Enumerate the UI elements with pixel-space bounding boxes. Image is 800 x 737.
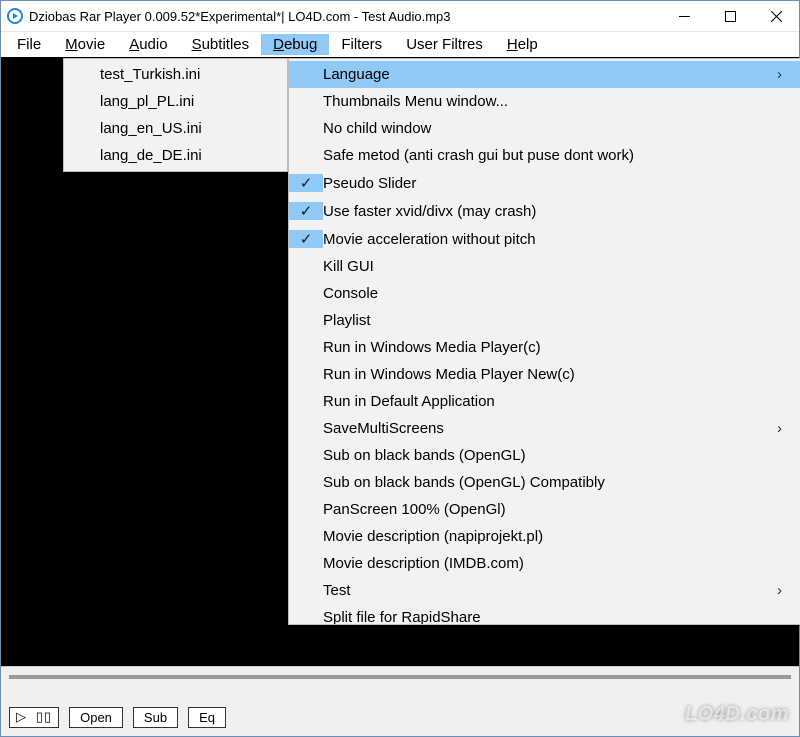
menu-file[interactable]: File [5,34,53,55]
window-title: Dziobas Rar Player 0.009.52*Experimental… [29,9,661,24]
menu-item-label: Pseudo Slider [323,175,782,192]
menu-item-label: Sub on black bands (OpenGL) [323,447,782,464]
check-icon: ✓ [289,174,323,192]
debug-menu-item[interactable]: Run in Default Application [289,388,800,415]
debug-menu-item[interactable]: Sub on black bands (OpenGL) [289,442,800,469]
minimize-button[interactable] [661,1,707,31]
menu-debug[interactable]: Debug [261,34,329,55]
control-buttons: ▷ ▯▯ Open Sub Eq [9,707,226,728]
menu-item-label: Language [323,66,777,83]
menu-help[interactable]: Help [495,34,550,55]
menu-item-label: Run in Default Application [323,393,782,410]
seek-slider[interactable] [9,675,791,679]
debug-menu-item[interactable]: ✓Movie acceleration without pitch [289,225,800,253]
submenu-item[interactable]: lang_de_DE.ini [64,142,287,169]
debug-menu-item[interactable]: ✓Use faster xvid/divx (may crash) [289,197,800,225]
debug-menu-item[interactable]: Thumbnails Menu window... [289,88,800,115]
debug-menu-item[interactable]: Playlist [289,307,800,334]
debug-menu-item[interactable]: No child window [289,115,800,142]
menu-item-label: Playlist [323,312,782,329]
submenu-item[interactable]: test_Turkish.ini [64,61,287,88]
menu-item-label: SaveMultiScreens [323,420,777,437]
debug-menu-item[interactable]: Sub on black bands (OpenGL) Compatibly [289,469,800,496]
debug-menu-item[interactable]: Split file for RapidShare [289,604,800,624]
debug-menu: Language›Thumbnails Menu window...No chi… [288,58,800,625]
open-button[interactable]: Open [69,707,123,728]
menu-movie[interactable]: Movie [53,34,117,55]
menu-item-label: No child window [323,120,782,137]
menu-item-label: Console [323,285,782,302]
menu-item-label: Safe metod (anti crash gui but puse dont… [323,147,782,164]
app-icon [7,8,23,24]
chevron-right-icon: › [777,66,782,83]
menu-audio[interactable]: Audio [117,34,179,55]
menu-item-label: Run in Windows Media Player(c) [323,339,782,356]
menu-item-label: Use faster xvid/divx (may crash) [323,203,782,220]
close-button[interactable] [753,1,799,31]
maximize-button[interactable] [707,1,753,31]
menu-subtitles[interactable]: Subtitles [180,34,262,55]
menu-item-label: Movie acceleration without pitch [323,231,782,248]
watermark: LO4D.com [685,703,789,726]
submenu-item[interactable]: lang_en_US.ini [64,115,287,142]
debug-menu-item[interactable]: Movie description (napiprojekt.pl) [289,523,800,550]
debug-menu-item[interactable]: Run in Windows Media Player New(c) [289,361,800,388]
debug-menu-item[interactable]: Test› [289,577,800,604]
menubar: File Movie Audio Subtitles Debug Filters… [1,31,799,57]
menu-item-label: Movie description (napiprojekt.pl) [323,528,782,545]
menu-item-label: PanScreen 100% (OpenGl) [323,501,782,518]
language-submenu: test_Turkish.ini lang_pl_PL.ini lang_en_… [63,58,288,172]
check-icon: ✓ [289,202,323,220]
menu-userfilters[interactable]: User Filtres [394,34,495,55]
window-buttons [661,1,799,31]
debug-menu-item[interactable]: Movie description (IMDB.com) [289,550,800,577]
sub-button[interactable]: Sub [133,707,178,728]
menu-item-label: Run in Windows Media Player New(c) [323,366,782,383]
debug-menu-item[interactable]: SaveMultiScreens› [289,415,800,442]
menu-item-label: Thumbnails Menu window... [323,93,782,110]
debug-menu-item[interactable]: Language› [289,61,800,88]
menu-item-label: Movie description (IMDB.com) [323,555,782,572]
controls-bar: ▷ ▯▯ Open Sub Eq [1,666,799,736]
debug-menu-item[interactable]: PanScreen 100% (OpenGl) [289,496,800,523]
check-icon: ✓ [289,230,323,248]
debug-menu-item[interactable]: ✓Pseudo Slider [289,169,800,197]
chevron-right-icon: › [777,420,782,437]
menu-item-label: Test [323,582,777,599]
chevron-right-icon: › [777,582,782,599]
menu-item-label: Kill GUI [323,258,782,275]
app-window: Dziobas Rar Player 0.009.52*Experimental… [0,0,800,737]
titlebar: Dziobas Rar Player 0.009.52*Experimental… [1,1,799,31]
debug-menu-item[interactable]: Run in Windows Media Player(c) [289,334,800,361]
eq-button[interactable]: Eq [188,707,226,728]
menu-filters[interactable]: Filters [329,34,394,55]
submenu-item[interactable]: lang_pl_PL.ini [64,88,287,115]
menu-item-label: Sub on black bands (OpenGL) Compatibly [323,474,782,491]
play-pause-button[interactable]: ▷ ▯▯ [9,707,59,728]
debug-menu-item[interactable]: Console [289,280,800,307]
debug-menu-item[interactable]: Safe metod (anti crash gui but puse dont… [289,142,800,169]
debug-menu-item[interactable]: Kill GUI [289,253,800,280]
